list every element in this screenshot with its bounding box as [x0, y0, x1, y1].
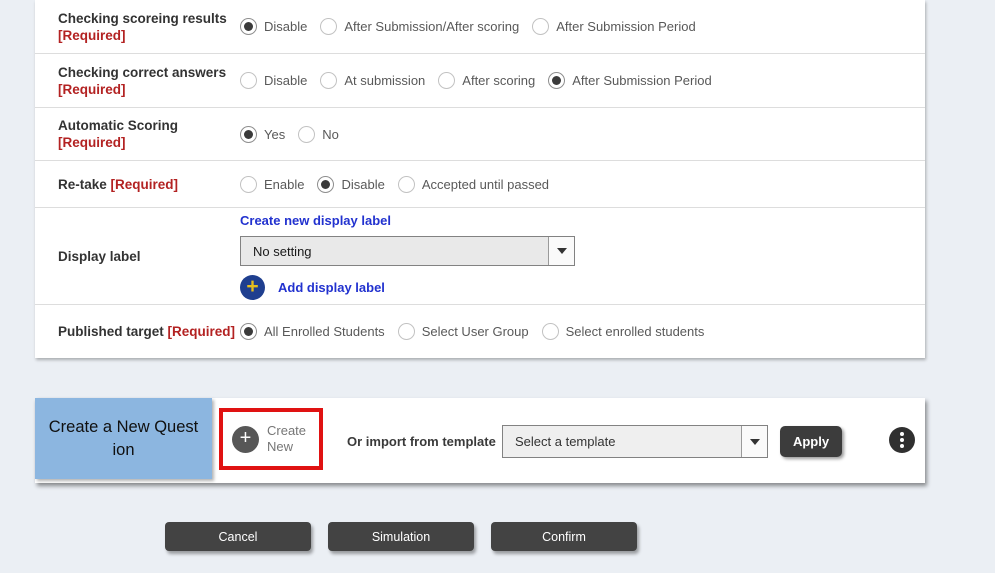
- row-label: Checking correct answers [Required]: [58, 64, 240, 98]
- radio-icon: [542, 323, 559, 340]
- display-label-controls: Create new display label No setting + Ad…: [240, 212, 575, 300]
- radio-option-enable[interactable]: Enable: [240, 176, 304, 193]
- radio-option-at-submission[interactable]: At submission: [320, 72, 425, 89]
- radio-icon: [240, 323, 257, 340]
- simulation-button[interactable]: Simulation: [328, 522, 474, 551]
- row-label-text: Published target: [58, 324, 164, 339]
- required-badge: [Required]: [58, 28, 126, 43]
- settings-row-published-target: Published target [Required] All Enrolled…: [35, 304, 925, 358]
- cancel-button[interactable]: Cancel: [165, 522, 311, 551]
- required-badge: [Required]: [58, 135, 126, 150]
- radio-group: Enable Disable Accepted until passed: [240, 176, 549, 193]
- create-question-section-title: Create a New Question: [35, 398, 212, 479]
- radio-option-select-enrolled-students[interactable]: Select enrolled students: [542, 323, 705, 340]
- radio-option-after-submission-after-scoring[interactable]: After Submission/After scoring: [320, 18, 519, 35]
- radio-option-accepted-until-passed[interactable]: Accepted until passed: [398, 176, 549, 193]
- radio-option-disable[interactable]: Disable: [317, 176, 384, 193]
- plus-icon: +: [232, 426, 259, 453]
- row-label-text: Display label: [58, 249, 141, 264]
- radio-icon: [320, 72, 337, 89]
- chevron-down-icon[interactable]: [548, 237, 574, 265]
- select-value: No setting: [241, 237, 548, 265]
- radio-option-after-submission-period[interactable]: After Submission Period: [532, 18, 695, 35]
- create-new-display-label-link[interactable]: Create new display label: [240, 213, 391, 228]
- required-badge: [Required]: [111, 177, 179, 192]
- display-label-select[interactable]: No setting: [240, 236, 575, 266]
- required-badge: [Required]: [168, 324, 236, 339]
- row-label-text: Automatic Scoring: [58, 118, 178, 133]
- radio-option-yes[interactable]: Yes: [240, 126, 285, 143]
- plus-icon: +: [240, 275, 265, 300]
- row-label-text: Checking correct answers: [58, 65, 226, 80]
- import-from-template-label: Or import from template: [347, 434, 496, 449]
- kebab-menu-icon[interactable]: [889, 427, 915, 453]
- radio-option-no[interactable]: No: [298, 126, 339, 143]
- radio-icon: [398, 176, 415, 193]
- add-display-label-text: Add display label: [278, 280, 385, 295]
- radio-option-after-scoring[interactable]: After scoring: [438, 72, 535, 89]
- radio-icon: [317, 176, 334, 193]
- radio-icon: [240, 126, 257, 143]
- required-badge: [Required]: [58, 82, 126, 97]
- radio-icon: [240, 176, 257, 193]
- radio-group: Disable After Submission/After scoring A…: [240, 18, 696, 35]
- add-display-label-button[interactable]: + Add display label: [240, 275, 575, 300]
- settings-row-checking-scoring-results: Checking scoreing results [Required] Dis…: [35, 0, 925, 53]
- apply-button[interactable]: Apply: [780, 426, 842, 457]
- row-label: Display label: [58, 248, 240, 265]
- quiz-settings-page: Checking scoreing results [Required] Dis…: [0, 0, 995, 573]
- confirm-button[interactable]: Confirm: [491, 522, 637, 551]
- radio-option-disable[interactable]: Disable: [240, 18, 307, 35]
- triangle-glyph: [557, 248, 567, 254]
- radio-icon: [548, 72, 565, 89]
- triangle-glyph: [750, 439, 760, 445]
- radio-icon: [398, 323, 415, 340]
- radio-icon: [240, 18, 257, 35]
- radio-option-after-submission-period[interactable]: After Submission Period: [548, 72, 711, 89]
- red-highlight-annotation: + Create New: [219, 408, 323, 470]
- radio-option-disable[interactable]: Disable: [240, 72, 307, 89]
- chevron-down-icon[interactable]: [741, 426, 767, 457]
- radio-group: All Enrolled Students Select User Group …: [240, 323, 704, 340]
- settings-row-checking-correct-answers: Checking correct answers [Required] Disa…: [35, 53, 925, 107]
- row-label: Published target [Required]: [58, 323, 240, 340]
- row-label: Re-take [Required]: [58, 176, 240, 193]
- settings-row-display-label: Display label Create new display label N…: [35, 207, 925, 304]
- radio-group: Disable At submission After scoring Afte…: [240, 72, 712, 89]
- radio-option-select-user-group[interactable]: Select User Group: [398, 323, 529, 340]
- radio-icon: [532, 18, 549, 35]
- radio-icon: [298, 126, 315, 143]
- radio-group: Yes No: [240, 126, 339, 143]
- settings-panel: Checking scoreing results [Required] Dis…: [35, 0, 925, 358]
- row-label: Automatic Scoring [Required]: [58, 117, 240, 151]
- radio-icon: [438, 72, 455, 89]
- radio-icon: [240, 72, 257, 89]
- template-select[interactable]: Select a template: [502, 425, 768, 458]
- radio-icon: [320, 18, 337, 35]
- select-value: Select a template: [503, 426, 741, 457]
- settings-row-retake: Re-take [Required] Enable Disable Accept…: [35, 160, 925, 207]
- row-label: Checking scoreing results [Required]: [58, 10, 240, 44]
- create-question-panel: Create a New Question + Create New Or im…: [35, 398, 925, 483]
- radio-option-all-enrolled-students[interactable]: All Enrolled Students: [240, 323, 385, 340]
- settings-row-automatic-scoring: Automatic Scoring [Required] Yes No: [35, 107, 925, 160]
- footer-actions: Cancel Simulation Confirm: [165, 522, 637, 551]
- create-new-button[interactable]: + Create New: [223, 412, 319, 466]
- row-label-text: Checking scoreing results: [58, 11, 227, 26]
- create-new-label: Create New: [267, 423, 315, 455]
- row-label-text: Re-take: [58, 177, 107, 192]
